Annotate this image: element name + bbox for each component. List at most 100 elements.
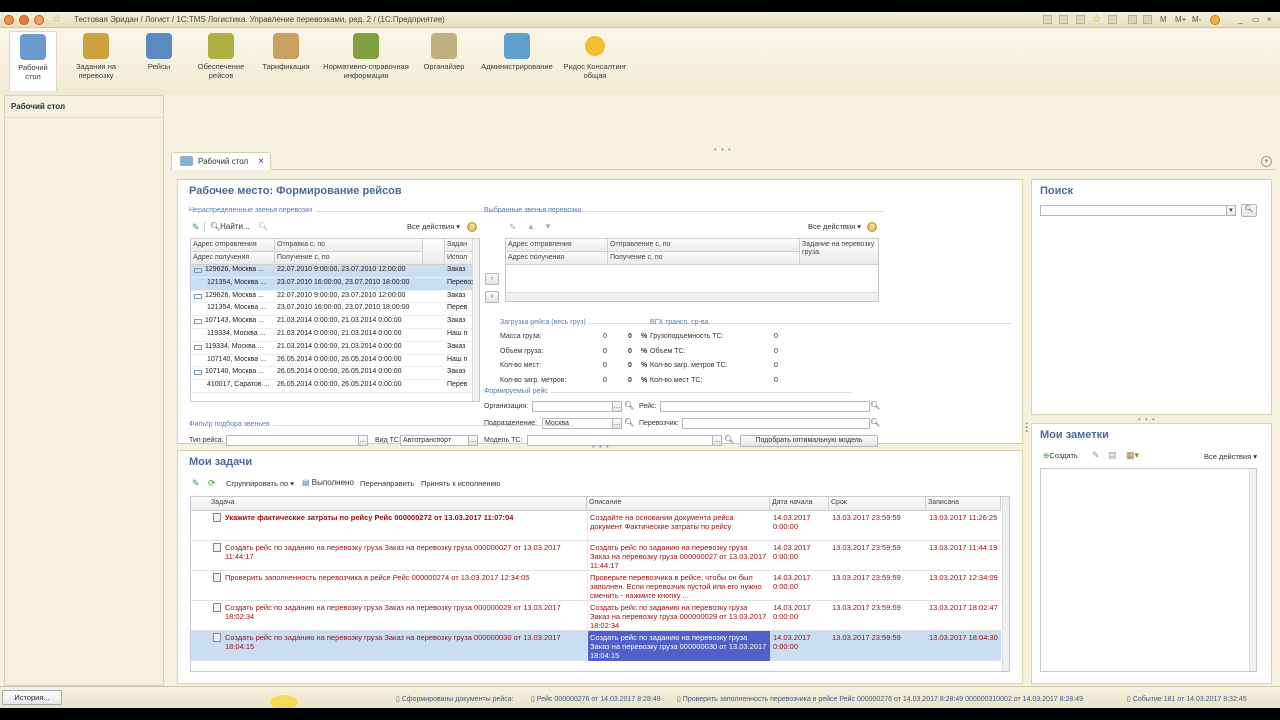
column-header[interactable]: Задан (445, 239, 473, 252)
table-row[interactable]: 107140, Москва ... 26.05.2014 0:00:00, 26… (191, 367, 472, 381)
section-coins[interactable]: Обеспечение рейсов (193, 33, 249, 80)
group-by-button[interactable]: Сгруппировать по ▾ (226, 479, 294, 488)
close-tab-icon[interactable]: × (258, 156, 264, 167)
column-header[interactable]: Задание на перевозку груза (800, 239, 878, 265)
section-tariff[interactable]: Тарификация (258, 33, 314, 71)
section-clipboard[interactable]: Органайзер (418, 33, 470, 71)
table-row[interactable]: 410017, Саратов ... 26.05.2014 0:00:00, 2… (191, 380, 472, 393)
open-icon[interactable]: 🔍︎ (870, 418, 880, 427)
trip-field[interactable] (660, 401, 870, 412)
table-row[interactable]: 107143, Москва ... 21.03.2014 0:00:00, 21… (191, 316, 472, 329)
redirect-button[interactable]: Перенаправить (360, 479, 414, 488)
section-books[interactable]: Нормативно-справочная информация (320, 33, 412, 80)
section-circle[interactable]: Ридос Консалтинг общая (560, 33, 630, 80)
column-header[interactable]: Записана (926, 497, 1001, 511)
column-header[interactable]: Адрес отправления (506, 239, 608, 252)
column-header[interactable]: Получение с, по (608, 252, 800, 265)
move-right-button[interactable]: › (485, 273, 499, 285)
move-down-icon[interactable]: ▼ (544, 222, 552, 231)
section-truck[interactable]: Задания на перевозку (72, 33, 120, 80)
open-icon[interactable]: 🔍︎ (624, 401, 634, 410)
table-row[interactable]: 121354, Москва ... 23.07.2010 16:00:00, 2… (191, 277, 473, 291)
section-trip[interactable]: Рейсы (140, 33, 178, 71)
help-icon[interactable]: ? (467, 222, 477, 232)
column-header[interactable]: Задача (191, 497, 587, 511)
select-button[interactable]: … (468, 435, 478, 446)
table-row[interactable]: 129626, Москва ... 22.07.2010 9:00:00, 23… (191, 291, 472, 304)
section-admin[interactable]: Администрирование (478, 33, 556, 71)
column-header[interactable]: Адрес получения (506, 252, 608, 265)
scrollbar[interactable] (1002, 497, 1009, 671)
table-row[interactable]: 119334, Москва ... 21.03.2014 0:00:00, 21… (191, 329, 472, 342)
task-row[interactable]: Создать рейс по заданию на перевозку гру… (191, 631, 1001, 661)
column-header[interactable]: Испол (445, 252, 473, 265)
selected-all-actions-button[interactable]: Все действия ▾ (808, 222, 861, 231)
pick-optimal-model-button[interactable]: Подобрать оптимальную модель (740, 435, 878, 447)
open-icon[interactable]: 🔍︎ (624, 418, 634, 427)
move-left-button[interactable]: ‹ (485, 291, 499, 303)
task-row[interactable]: Создать рейс по заданию на перевозку гру… (191, 601, 1001, 631)
favorite-icon[interactable]: ☆ (1092, 14, 1101, 25)
model-field[interactable] (527, 435, 722, 446)
refresh-icon[interactable]: ⟳ (208, 478, 216, 489)
document-icon[interactable]: ▤ (1108, 450, 1117, 461)
memory-button[interactable]: M (1160, 15, 1167, 24)
folder-icon[interactable]: ▦▾ (1126, 450, 1139, 461)
info-icon[interactable] (1210, 15, 1220, 25)
select-button[interactable]: … (358, 435, 368, 446)
toolbar-icon[interactable] (1043, 15, 1052, 24)
move-up-icon[interactable]: ▲ (527, 222, 535, 231)
find-button[interactable]: 🔍︎Найти... (210, 222, 250, 231)
accept-button[interactable]: Принять к исполнению (421, 479, 500, 488)
table-row[interactable]: 119334, Москва ... 21.03.2014 0:00:00, 21… (191, 342, 472, 355)
department-field[interactable]: Москва (542, 418, 622, 429)
memory-minus-button[interactable]: M- (1192, 15, 1201, 24)
status-item[interactable]: ▯ Рейс 000000276 от 14.03.2017 8:28:49 (531, 695, 661, 703)
create-note-button[interactable]: ⊕Создать (1043, 451, 1078, 460)
task-row[interactable]: Проверить заполненность перевозчика в ре… (191, 571, 1001, 601)
nav-item-desktop[interactable]: Рабочий стол (5, 96, 163, 118)
scrollbar[interactable] (472, 239, 479, 401)
search-input[interactable] (1040, 205, 1236, 216)
done-button[interactable]: ▤ Выполнено (302, 478, 354, 487)
column-header[interactable]: Срок (829, 497, 926, 511)
vehicle-type-field[interactable]: Автотранспорт (400, 435, 478, 446)
selected-table[interactable]: Адрес отправления Отправление с, по Зада… (505, 238, 879, 302)
select-button[interactable]: … (712, 435, 722, 446)
column-header[interactable]: Описание (587, 497, 770, 511)
task-row[interactable]: Укажите фактические затраты по рейсу Рей… (191, 511, 1001, 541)
task-row[interactable]: Создать рейс по заданию на перевозку гру… (191, 541, 1001, 571)
minimize-icon[interactable]: _ (1238, 15, 1242, 24)
toolbar-icon[interactable] (1108, 15, 1117, 24)
column-header[interactable]: Адрес отправления (191, 239, 275, 252)
forward-icon[interactable] (34, 15, 44, 25)
horizontal-scrollbar[interactable] (506, 292, 878, 301)
calendar-icon[interactable] (1143, 15, 1152, 24)
unassigned-table[interactable]: Адрес отправления Отправка с, по Задан А… (190, 238, 480, 402)
carrier-field[interactable] (682, 418, 870, 429)
select-button[interactable]: … (612, 418, 622, 429)
calculator-icon[interactable] (1128, 15, 1137, 24)
edit-icon[interactable]: ✎ (192, 478, 200, 489)
edit-icon[interactable]: ✎ (1092, 450, 1100, 461)
cancel-search-icon[interactable]: 🔍︎ (258, 222, 268, 231)
column-header[interactable]: Отправка с, по (275, 239, 423, 252)
open-icon[interactable]: 🔍︎ (724, 435, 734, 444)
memory-plus-button[interactable]: M+ (1175, 15, 1186, 24)
notes-list[interactable] (1040, 468, 1257, 672)
column-header[interactable]: Отправление с, по (608, 239, 800, 252)
edit-icon[interactable]: ✎ (509, 222, 517, 233)
app-menu-icon[interactable] (4, 15, 14, 25)
table-row[interactable]: 107140, Москва ... 26.05.2014 0:00:00, 26… (191, 355, 472, 368)
table-row[interactable]: 121354, Москва ... 23.07.2010 16:00:00, 2… (191, 303, 472, 317)
status-item[interactable]: ▯ Сформированы документы рейса: (396, 695, 514, 703)
scrollbar[interactable] (1249, 469, 1256, 671)
edit-icon[interactable]: ✎ (192, 222, 200, 233)
dropdown-icon[interactable]: ▾ (1226, 205, 1236, 216)
column-header[interactable]: Адрес получения (191, 252, 275, 265)
restore-icon[interactable]: ▭ (1252, 15, 1260, 24)
table-row[interactable]: 129626, Москва ... 22.07.2010 9:00:00, 23… (191, 265, 472, 278)
splitter-dots[interactable]: ••• (1022, 422, 1031, 433)
help-icon[interactable]: ? (867, 222, 877, 232)
select-button[interactable]: … (612, 401, 622, 412)
